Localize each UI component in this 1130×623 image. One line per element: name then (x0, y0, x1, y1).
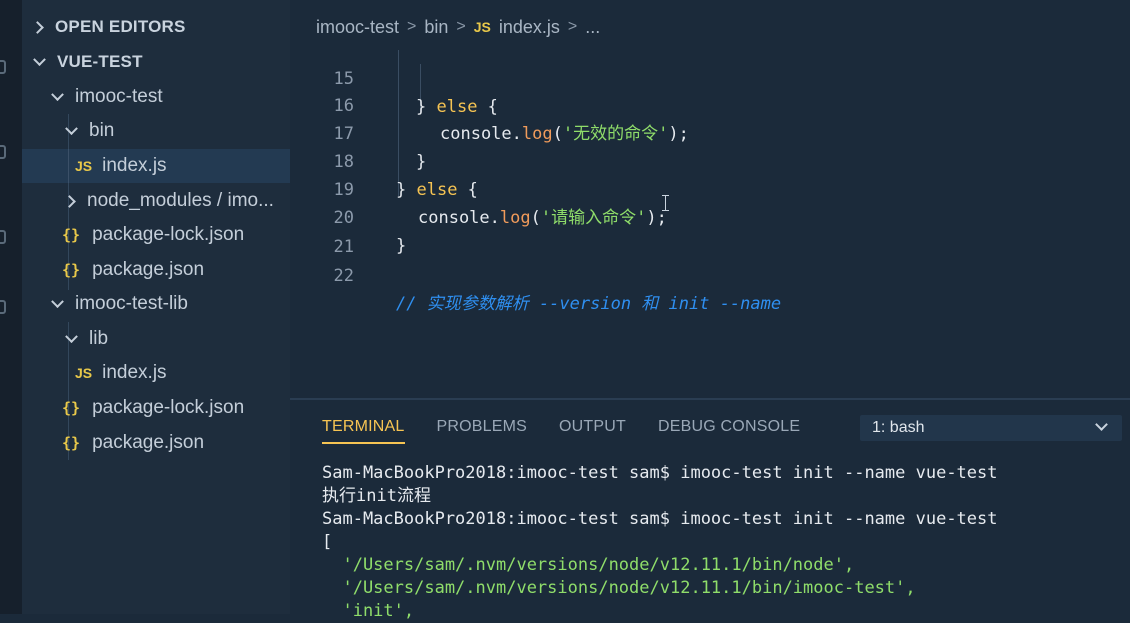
breadcrumb-item[interactable]: index.js (499, 17, 560, 38)
json-file-icon: {} (62, 399, 81, 417)
chevron-down-icon (65, 121, 78, 135)
tree-item-label: package-lock.json (92, 397, 245, 418)
code-line: 17 } (290, 92, 1130, 172)
code-line: 20 } (290, 176, 1130, 256)
open-editors-section[interactable]: OPEN EDITORS (22, 10, 300, 44)
explorer-icon[interactable] (0, 60, 6, 74)
chevron-down-icon (51, 294, 64, 308)
tree-file-lib-package-json[interactable]: {} package.json (22, 426, 330, 460)
tree-item-label: package.json (92, 432, 205, 453)
chevron-right-icon (31, 20, 44, 34)
javascript-file-icon: JS (75, 158, 93, 174)
breadcrumb-item[interactable]: imooc-test (316, 17, 399, 38)
tree-folder-imooc-test[interactable]: imooc-test (22, 80, 318, 114)
json-file-icon: {} (62, 261, 81, 279)
tree-item-label: package-lock.json (92, 224, 245, 245)
javascript-file-icon: JS (75, 365, 93, 381)
javascript-file-icon: JS (473, 19, 491, 35)
code-line: 18 } else { (290, 120, 1130, 200)
panel-tabs: TERMINAL PROBLEMS OUTPUT DEBUG CONSOLE (322, 418, 832, 444)
code-line: 16 console.log('无效的命令'); (290, 64, 1130, 144)
tree-item-label: lib (89, 328, 109, 349)
tree-item-label: package.json (92, 259, 205, 280)
tree-item-label: imooc-test (75, 86, 163, 107)
breadcrumb-separator: > (407, 18, 417, 35)
breadcrumb: imooc-test > bin > JS index.js > ... (316, 15, 600, 39)
tree-file-lib-package-lock-json[interactable]: {} package-lock.json (22, 391, 330, 425)
chevron-right-icon (63, 194, 76, 208)
tree-file-package-lock-json[interactable]: {} package-lock.json (22, 218, 330, 252)
breadcrumb-item[interactable]: ... (585, 17, 600, 38)
terminal-line: 执行init流程 (322, 486, 431, 506)
tree-item-label: bin (89, 120, 115, 141)
explorer-sidebar: OPEN EDITORS VUE-TEST imooc-test bin JS … (22, 0, 343, 614)
chevron-down-icon (1095, 418, 1108, 431)
source-control-icon[interactable] (0, 230, 6, 244)
breadcrumb-separator: > (456, 18, 466, 35)
open-editors-label: OPEN EDITORS (55, 17, 186, 36)
tree-item-label: imooc-test-lib (75, 293, 188, 314)
tree-folder-node-modules[interactable]: node_modules / imo... (22, 184, 332, 218)
code-line: 15 } else { (290, 37, 1130, 117)
workspace-label: VUE-TEST (57, 52, 143, 71)
json-file-icon: {} (62, 434, 81, 452)
tab-debug-console[interactable]: DEBUG CONSOLE (658, 418, 800, 444)
code-line: 22 // 实现参数解析 --version 和 init --name (290, 234, 1130, 314)
tree-file-package-json[interactable]: {} package.json (22, 253, 330, 287)
workspace-section[interactable]: VUE-TEST (22, 45, 300, 79)
terminal-line: Sam-MacBookPro2018:imooc-test sam$ imooc… (322, 463, 998, 483)
tab-output[interactable]: OUTPUT (559, 418, 626, 444)
chevron-down-icon (33, 52, 46, 66)
tree-item-label: index.js (102, 155, 167, 176)
tree-folder-lib[interactable]: lib (22, 322, 332, 356)
chevron-down-icon (51, 87, 64, 101)
terminal-line: [ (322, 532, 333, 552)
activity-bar (0, 0, 22, 614)
debug-icon[interactable] (0, 300, 6, 314)
json-file-icon: {} (62, 226, 81, 244)
bottom-panel: TERMINAL PROBLEMS OUTPUT DEBUG CONSOLE 1… (290, 398, 1130, 621)
terminal-line: 'init', (322, 601, 415, 621)
mouse-ibeam-cursor-icon (662, 195, 670, 211)
terminal-line: '/Users/sam/.nvm/versions/node/v12.11.1/… (322, 555, 855, 575)
tab-problems[interactable]: PROBLEMS (437, 418, 528, 444)
tab-terminal[interactable]: TERMINAL (322, 418, 405, 444)
search-icon[interactable] (0, 145, 6, 159)
tree-item-label: index.js (102, 362, 167, 383)
terminal-line: '/Users/sam/.nvm/versions/node/v12.11.1/… (322, 578, 916, 598)
breadcrumb-item[interactable]: bin (424, 17, 448, 38)
terminal-select-value: 1: bash (872, 419, 925, 436)
code-line: 19 console.log('请输入命令'); (290, 148, 1130, 228)
terminal-select[interactable]: 1: bash (860, 415, 1122, 441)
tree-folder-imooc-test-lib[interactable]: imooc-test-lib (22, 287, 318, 321)
tree-item-label: node_modules / imo... (87, 190, 274, 211)
chevron-down-icon (65, 329, 78, 343)
code-editor[interactable]: imooc-test > bin > JS index.js > ... 15 … (290, 0, 1130, 398)
terminal-line: Sam-MacBookPro2018:imooc-test sam$ imooc… (322, 509, 998, 529)
line-number: 22 (333, 266, 354, 286)
breadcrumb-separator: > (567, 18, 578, 35)
comment-text: // 实现参数解析 --version 和 init --name (396, 294, 782, 314)
tree-folder-bin[interactable]: bin (22, 114, 332, 148)
code-line: 21 (290, 205, 1130, 257)
